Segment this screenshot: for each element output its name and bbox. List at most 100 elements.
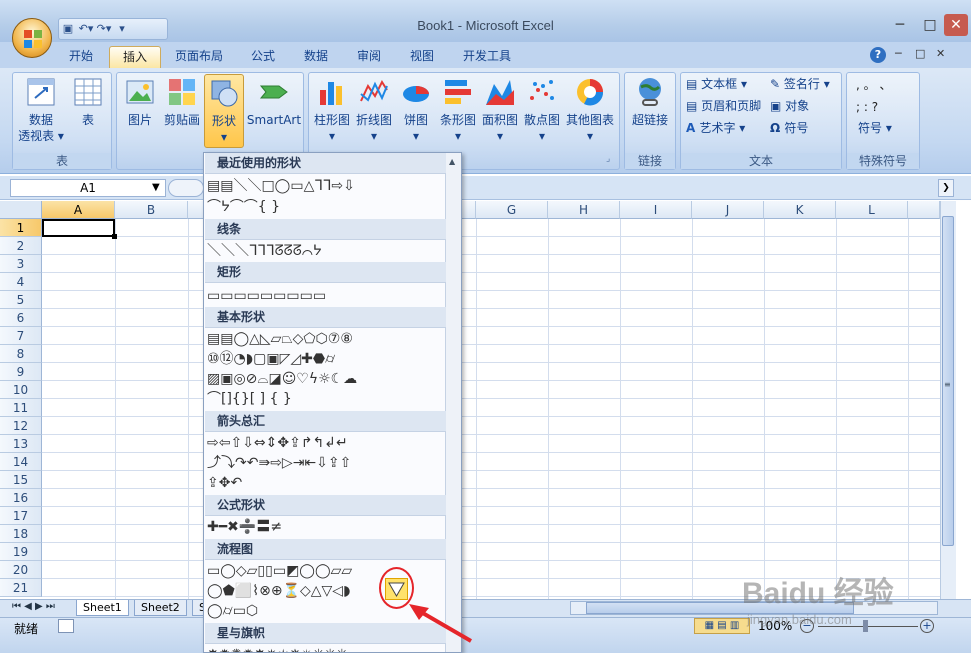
worksheet-grid[interactable] <box>0 201 940 601</box>
tab-developer[interactable]: 开发工具 <box>450 46 524 68</box>
macro-record-icon[interactable] <box>58 619 74 633</box>
stars-row[interactable]: ✸✹✺✹✸✷✶✵✴✳✳✳ <box>207 646 445 652</box>
tab-data[interactable]: 数据 <box>291 46 341 68</box>
object-button[interactable]: ▣ 对象 <box>770 97 809 115</box>
gallery-scrollbar[interactable]: ▲ <box>445 153 461 652</box>
redo-button[interactable]: ↷▾ <box>95 19 113 39</box>
office-button[interactable] <box>12 18 52 58</box>
scatter-chart-button[interactable]: 散点图 ▾ <box>522 76 562 144</box>
row-header[interactable]: 7 <box>0 327 42 345</box>
row-header[interactable]: 8 <box>0 345 42 363</box>
namebox-dropdown-icon[interactable]: ▼ <box>152 182 160 193</box>
recent-shapes-row-1[interactable]: ▤▤＼＼□◯▭△ᒣᒣ⇨⇩ <box>207 177 445 195</box>
row-header[interactable]: 21 <box>0 579 42 597</box>
row-header[interactable]: 15 <box>0 471 42 489</box>
ribbon-close-button[interactable]: ✕ <box>936 47 945 60</box>
special-symbol-button[interactable]: 符号 ▾ <box>858 119 892 137</box>
row-header[interactable]: 10 <box>0 381 42 399</box>
row-header[interactable]: 16 <box>0 489 42 507</box>
row-header[interactable]: 13 <box>0 435 42 453</box>
lines-row[interactable]: ＼＼＼ᒣᒣᒣᘔᘔᘔ⌒ᔭ <box>207 242 445 260</box>
row-header[interactable]: 9 <box>0 363 42 381</box>
arrows-row[interactable]: ⇨⇦⇧⇩⇔⇕✥⇪↱↰↲↵ <box>207 434 445 452</box>
sheet-nav-arrows-icon[interactable]: ⏮ ◀ ▶ ⏭ <box>12 601 55 612</box>
row-header[interactable]: 4 <box>0 273 42 291</box>
column-chart-button[interactable]: 柱形图 ▾ <box>312 76 352 144</box>
special-punct-row-2[interactable]: ; : ? <box>856 98 878 116</box>
hyperlink-button[interactable]: 超链接 <box>628 76 672 128</box>
sheet-tab-sheet2[interactable]: Sheet2 <box>134 600 187 616</box>
column-header[interactable]: K <box>764 201 836 219</box>
formula-fx-area[interactable] <box>168 179 204 197</box>
fill-handle[interactable] <box>112 234 117 239</box>
row-header[interactable]: 12 <box>0 417 42 435</box>
row-header[interactable]: 11 <box>0 399 42 417</box>
row-header[interactable]: 3 <box>0 255 42 273</box>
recent-shapes-row-2[interactable]: ⌒ᔭ⌒⌒{ } <box>207 198 445 216</box>
basic-shapes-row[interactable]: ▨▣◎⊘⌓◪☺♡ϟ☼☾☁ <box>207 370 445 388</box>
row-header[interactable]: 5 <box>0 291 42 309</box>
area-chart-button[interactable]: 面积图 ▾ <box>480 76 520 144</box>
close-button[interactable]: ✕ <box>944 14 968 36</box>
customize-qat-button[interactable]: ▾ <box>113 19 131 39</box>
row-header[interactable]: 6 <box>0 309 42 327</box>
wordart-button[interactable]: A 艺术字 ▾ <box>686 119 745 137</box>
header-footer-button[interactable]: ▤ 页眉和页脚 <box>686 97 761 115</box>
save-icon[interactable]: ▣ <box>59 19 77 39</box>
row-header[interactable]: 17 <box>0 507 42 525</box>
clipart-button[interactable]: 剪贴画 <box>162 76 202 128</box>
tab-page-layout[interactable]: 页面布局 <box>162 46 236 68</box>
shapes-button[interactable]: 形状 ▾ <box>204 74 244 148</box>
tab-formulas[interactable]: 公式 <box>238 46 288 68</box>
arrows-row[interactable]: ⤴⤵↷↶⇛⇨▷⇥⇤⇩⇪⇧ <box>207 454 445 472</box>
undo-button[interactable]: ↶▾ <box>77 19 95 39</box>
table-button[interactable]: 表 <box>70 76 106 128</box>
sheet-tab-sheet1[interactable]: Sheet1 <box>76 600 129 616</box>
signature-line-button[interactable]: ✎ 签名行 ▾ <box>770 75 830 93</box>
picture-button[interactable]: 图片 <box>120 76 160 128</box>
active-cell-a1[interactable] <box>42 219 115 237</box>
tab-home[interactable]: 开始 <box>56 46 106 68</box>
view-buttons[interactable]: ▦ ▤ ▥ <box>694 618 750 634</box>
basic-shapes-row[interactable]: ⌒[]{}[ ] { } <box>207 390 445 408</box>
expand-formula-bar-icon[interactable]: ❯ <box>938 179 954 197</box>
row-header[interactable]: 20 <box>0 561 42 579</box>
special-punct-row-1[interactable]: , 。 、 <box>856 76 891 94</box>
minimize-button[interactable]: ─ <box>886 14 914 36</box>
column-header[interactable]: J <box>692 201 764 219</box>
basic-shapes-row[interactable]: ▤▤◯△◺▱⏢◇⬠⬡⑦⑧ <box>207 330 445 348</box>
ribbon-restore-button[interactable]: □ <box>915 47 925 60</box>
rectangles-row[interactable]: ▭▭▭▭▭▭▭▭▭ <box>207 287 445 305</box>
tab-review[interactable]: 审阅 <box>344 46 394 68</box>
name-box[interactable]: A1 <box>10 179 166 197</box>
other-charts-button[interactable]: 其他图表 ▾ <box>564 76 616 144</box>
column-header[interactable]: G <box>476 201 548 219</box>
equation-row[interactable]: ✚━✖➗〓≠ <box>207 518 445 536</box>
tab-insert[interactable]: 插入 <box>109 46 162 68</box>
basic-shapes-row[interactable]: ⑩⑫◔◗▢▣◸◿✚⬣⌭ <box>207 350 445 368</box>
help-icon[interactable]: ? <box>870 47 886 63</box>
ribbon-minimize-button[interactable]: ─ <box>895 47 902 60</box>
row-header[interactable]: 2 <box>0 237 42 255</box>
column-header[interactable]: H <box>548 201 620 219</box>
column-header[interactable]: B <box>115 201 188 219</box>
column-header[interactable]: I <box>620 201 692 219</box>
symbol-button[interactable]: Ω 符号 <box>770 119 808 137</box>
column-header[interactable]: L <box>836 201 908 219</box>
smartart-button[interactable]: SmartArt <box>246 76 302 128</box>
zoom-slider-thumb[interactable] <box>863 620 868 632</box>
column-header-partial[interactable] <box>908 201 940 219</box>
zoom-in-icon[interactable]: + <box>920 619 934 633</box>
arrows-row[interactable]: ⇪✥↶ <box>207 474 445 492</box>
pivot-table-button[interactable]: 数据 透视表 ▾ <box>16 76 66 144</box>
restore-button[interactable]: □ <box>916 14 944 36</box>
row-header[interactable]: 19 <box>0 543 42 561</box>
tab-view[interactable]: 视图 <box>397 46 447 68</box>
bar-chart-button[interactable]: 条形图 ▾ <box>438 76 478 144</box>
line-chart-button[interactable]: 折线图 ▾ <box>354 76 394 144</box>
select-all-corner[interactable] <box>0 201 42 219</box>
charts-dialog-launcher-icon[interactable]: ⌟ <box>606 154 610 164</box>
pie-chart-button[interactable]: 饼图 ▾ <box>396 76 436 144</box>
textbox-button[interactable]: ▤ 文本框 ▾ <box>686 75 747 93</box>
row-header[interactable]: 1 <box>0 219 42 237</box>
